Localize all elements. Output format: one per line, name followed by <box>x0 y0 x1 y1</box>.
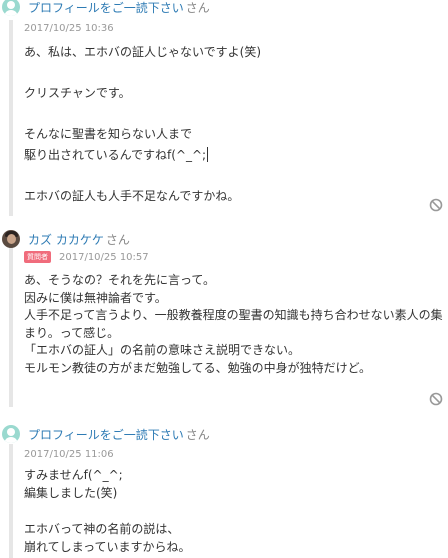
comment-header: プロフィールをご一読下さい さん <box>2 424 210 444</box>
comment-line: エホバの証人も人手不足なんですかね。 <box>24 188 240 203</box>
default-avatar-icon[interactable] <box>2 425 20 443</box>
comment-date: 2017/10/25 10:36 <box>24 22 114 34</box>
author-suffix: さん <box>185 427 210 442</box>
comment-line-with-cursor: 駆り出されているんですねf(^_^; <box>24 145 444 166</box>
comment-line: そんなに聖書を知らない人まで <box>24 127 193 141</box>
comment-body: あ、私は、エホバの証人じゃないですよ(笑) クリスチャンです。 そんなに聖書を知… <box>24 42 444 206</box>
comment-line <box>24 63 444 84</box>
comment-date: 2017/10/25 10:57 <box>59 251 149 263</box>
questioner-badge: 質問者 <box>24 251 51 263</box>
comment-line: まり。って感じ。 <box>24 325 120 340</box>
comment-line: 編集しました(笑) <box>24 486 118 500</box>
comment-line: 駆り出されているんですねf(^_^; <box>24 147 207 162</box>
author-name-link[interactable]: プロフィールをご一読下さい <box>28 426 184 443</box>
author-name-link[interactable]: カズ カカケケ <box>28 231 104 248</box>
comment-meta: 質問者 2017/10/25 10:57 <box>24 250 149 264</box>
comment-line: 崩れてしまっていますからね。 <box>24 540 191 554</box>
default-avatar-icon[interactable] <box>2 0 20 16</box>
comment-line: あ、私は、エホバの証人じゃないですよ(笑) <box>24 45 262 59</box>
report-ban-icon[interactable] <box>429 392 443 406</box>
comment-line: すみませんf(^_^; <box>24 468 123 482</box>
comment-line: エホバって神の名前の説は、 <box>24 522 180 536</box>
comment-line <box>24 165 444 186</box>
comment-header: プロフィールをご一読下さい さん <box>2 0 210 17</box>
comment-line: クリスチャンです。 <box>24 86 131 100</box>
thread-line <box>9 444 13 558</box>
comment-line: 「エホバの証人」の名前の意味さえ説明できない。 <box>24 343 301 357</box>
thread-line <box>9 20 13 216</box>
comment-line <box>24 502 444 520</box>
comment-line <box>24 104 444 125</box>
user-photo-avatar[interactable] <box>2 230 20 248</box>
thread-line <box>9 247 13 407</box>
comment-body: あ、そうなの？それを先に言って。 因みに僕は無神論者です。 人手不足って言うより… <box>24 272 444 377</box>
comment-meta: 2017/10/25 11:06 <box>24 447 114 461</box>
comment-line: モルモン教徒の方がまだ勉強してる、勉強の中身が独特だけど。 <box>24 360 372 375</box>
author-suffix: さん <box>185 0 210 15</box>
comment-body: すみませんf(^_^; 編集しました(笑) エホバって神の名前の説は、 崩れてし… <box>24 466 444 556</box>
comment-line: あ、そうなの？それを先に言って。 <box>24 273 216 287</box>
comment-line: 人手不足って言うより、一般教養程度の聖書の知識も持ち合わせない素人の集 <box>24 308 443 322</box>
author-suffix: さん <box>105 232 130 247</box>
author-name-link[interactable]: プロフィールをご一読下さい <box>28 0 184 16</box>
comment-date: 2017/10/25 11:06 <box>24 448 114 460</box>
report-ban-icon[interactable] <box>429 198 443 212</box>
comment-meta: 2017/10/25 10:36 <box>24 21 114 35</box>
comment-line: 因みに僕は無神論者です。 <box>24 290 167 305</box>
text-cursor <box>207 146 209 162</box>
comment-header: カズ カカケケ さん <box>2 229 130 249</box>
